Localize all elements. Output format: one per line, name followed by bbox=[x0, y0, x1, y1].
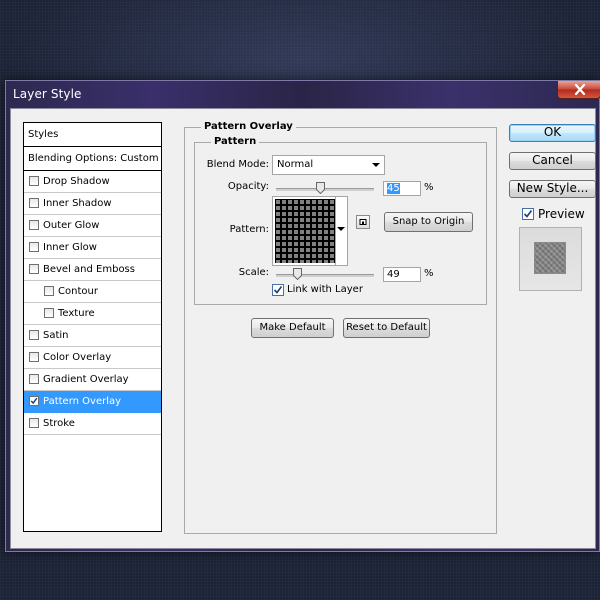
dialog-body: Styles Blending Options: Custom Drop Sha… bbox=[10, 108, 596, 549]
checkmark-icon bbox=[523, 210, 533, 218]
style-item-checkbox[interactable] bbox=[29, 198, 39, 208]
style-item-label: Stroke bbox=[43, 418, 75, 429]
style-item-checkbox[interactable] bbox=[29, 176, 39, 186]
pattern-picker-divider bbox=[335, 197, 336, 265]
scale-input[interactable]: 49 bbox=[383, 267, 421, 282]
style-item-color-overlay[interactable]: Color Overlay bbox=[24, 347, 161, 369]
pattern-subgroup-title: Pattern bbox=[211, 136, 260, 148]
style-item-stroke[interactable]: Stroke bbox=[24, 413, 161, 435]
opacity-value: 45 bbox=[387, 183, 400, 194]
style-item-checkbox[interactable] bbox=[44, 286, 54, 296]
style-item-checkbox[interactable] bbox=[29, 330, 39, 340]
pattern-picker[interactable] bbox=[272, 196, 348, 266]
style-item-checkbox[interactable] bbox=[29, 418, 39, 428]
window-title: Layer Style bbox=[13, 87, 82, 101]
link-checkbox-box[interactable] bbox=[272, 284, 284, 296]
pattern-swatch-image bbox=[275, 199, 335, 263]
styles-list: Styles Blending Options: Custom Drop Sha… bbox=[23, 122, 162, 532]
ok-button[interactable]: OK bbox=[509, 124, 596, 142]
style-item-label: Contour bbox=[58, 286, 98, 297]
pattern-subgroup: Pattern Blend Mode: Normal Opacity: 45 %… bbox=[194, 136, 487, 305]
checkmark-icon bbox=[273, 286, 283, 294]
style-item-checkbox[interactable] bbox=[29, 242, 39, 252]
preview-swatch bbox=[534, 242, 566, 274]
close-button[interactable] bbox=[557, 81, 600, 99]
cancel-button[interactable]: Cancel bbox=[509, 152, 596, 170]
blend-mode-select[interactable]: Normal bbox=[272, 155, 385, 175]
style-item-pattern-overlay[interactable]: Pattern Overlay bbox=[24, 391, 161, 413]
style-item-checkbox[interactable] bbox=[29, 264, 39, 274]
style-item-checkbox[interactable] bbox=[29, 374, 39, 384]
style-item-label: Pattern Overlay bbox=[43, 396, 122, 407]
scale-label: Scale: bbox=[238, 267, 269, 278]
preview-label: Preview bbox=[538, 207, 585, 221]
style-item-satin[interactable]: Satin bbox=[24, 325, 161, 347]
reset-to-default-button[interactable]: Reset to Default bbox=[343, 318, 430, 338]
style-item-checkbox[interactable] bbox=[44, 308, 54, 318]
pattern-overlay-group: Pattern Overlay Pattern Blend Mode: Norm… bbox=[184, 121, 497, 534]
style-item-label: Drop Shadow bbox=[43, 176, 110, 187]
style-item-gradient-overlay[interactable]: Gradient Overlay bbox=[24, 369, 161, 391]
style-item-checkbox[interactable] bbox=[29, 220, 39, 230]
scale-unit: % bbox=[424, 268, 434, 279]
dropdown-arrow-icon bbox=[372, 163, 380, 167]
styles-header-label: Styles bbox=[28, 129, 59, 140]
style-item-checkbox[interactable] bbox=[29, 396, 39, 406]
scale-value: 49 bbox=[387, 269, 400, 280]
style-item-label: Satin bbox=[43, 330, 69, 341]
style-item-checkbox[interactable] bbox=[29, 352, 39, 362]
close-icon bbox=[574, 84, 586, 95]
style-item-bevel-and-emboss[interactable]: Bevel and Emboss bbox=[24, 259, 161, 281]
style-item-label: Gradient Overlay bbox=[43, 374, 129, 385]
pattern-overlay-title: Pattern Overlay bbox=[201, 121, 296, 133]
opacity-label: Opacity: bbox=[227, 181, 269, 192]
title-bar[interactable]: Layer Style bbox=[6, 81, 600, 107]
preview-checkbox-box[interactable] bbox=[522, 208, 534, 220]
style-item-texture[interactable]: Texture bbox=[24, 303, 161, 325]
make-default-button[interactable]: Make Default bbox=[251, 318, 334, 338]
style-item-label: Inner Glow bbox=[43, 242, 97, 253]
style-item-contour[interactable]: Contour bbox=[24, 281, 161, 303]
blend-mode-label: Blend Mode: bbox=[206, 159, 269, 170]
new-pattern-button[interactable] bbox=[356, 215, 370, 229]
style-item-label: Color Overlay bbox=[43, 352, 112, 363]
style-item-label: Texture bbox=[58, 308, 95, 319]
slider-thumb-icon[interactable] bbox=[293, 268, 302, 280]
style-item-drop-shadow[interactable]: Drop Shadow bbox=[24, 171, 161, 193]
dropdown-arrow-icon[interactable] bbox=[337, 227, 345, 231]
checkmark-icon bbox=[30, 397, 38, 405]
blending-options-item[interactable]: Blending Options: Custom bbox=[24, 147, 161, 171]
new-style-button[interactable]: New Style... bbox=[509, 180, 596, 198]
scale-slider[interactable] bbox=[276, 268, 374, 280]
style-item-label: Outer Glow bbox=[43, 220, 100, 231]
style-item-label: Inner Shadow bbox=[43, 198, 112, 209]
link-with-layer-label: Link with Layer bbox=[287, 284, 363, 295]
pattern-label: Pattern: bbox=[229, 224, 269, 235]
style-item-label: Bevel and Emboss bbox=[43, 264, 135, 275]
preview-thumbnail bbox=[519, 227, 582, 291]
opacity-unit: % bbox=[424, 182, 434, 193]
styles-header[interactable]: Styles bbox=[24, 123, 161, 147]
new-pattern-icon bbox=[359, 219, 367, 225]
opacity-input[interactable]: 45 bbox=[383, 181, 421, 196]
style-item-inner-glow[interactable]: Inner Glow bbox=[24, 237, 161, 259]
opacity-slider[interactable] bbox=[276, 182, 374, 194]
style-item-inner-shadow[interactable]: Inner Shadow bbox=[24, 193, 161, 215]
blend-mode-value: Normal bbox=[277, 159, 314, 170]
snap-to-origin-button[interactable]: Snap to Origin bbox=[384, 212, 473, 232]
slider-thumb-icon[interactable] bbox=[316, 182, 325, 194]
blending-options-label: Blending Options: Custom bbox=[28, 153, 159, 164]
layer-style-dialog: Layer Style Styles Blending Options: Cus… bbox=[5, 80, 600, 552]
style-item-outer-glow[interactable]: Outer Glow bbox=[24, 215, 161, 237]
